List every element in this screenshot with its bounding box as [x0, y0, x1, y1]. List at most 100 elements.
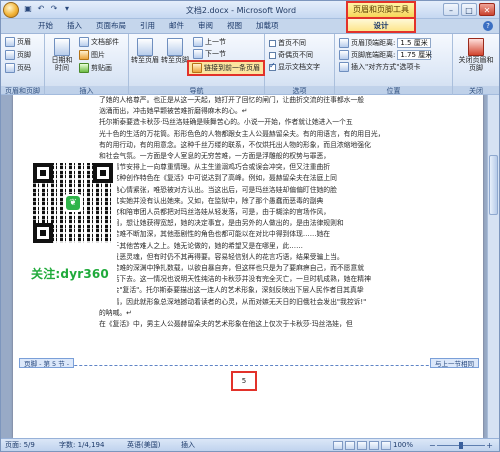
maximize-button[interactable]: □ — [461, 3, 477, 16]
close-x-icon — [468, 38, 484, 56]
view-buttons — [333, 441, 391, 450]
paragraph: 了她的人格尊严。也正是从这一天起，她打开了回忆的闸门，让曲折交流的往事都水一般 — [99, 96, 365, 104]
group-navigation: 转至页眉 转至页脚 上一节 下一节 链接到前一条页眉 导航 — [129, 34, 265, 96]
customize-qat-icon[interactable]: ▾ — [62, 4, 72, 14]
redo-icon[interactable]: ↷ — [49, 4, 59, 14]
scroll-thumb[interactable] — [489, 155, 498, 215]
full-screen-icon[interactable] — [345, 441, 355, 450]
footer-page-number[interactable]: 5 — [231, 371, 257, 391]
close-header-footer-button[interactable]: 关闭页眉和页脚 — [457, 38, 495, 72]
calendar-icon — [54, 38, 70, 56]
paragraph: 讼法官和陪审团人员都把对玛丝洛娃从轻发落，可是，由于糊涂的官场作风， — [99, 208, 331, 217]
zoom-slider[interactable]: − + — [429, 439, 493, 452]
different-first-page-option[interactable]: 首页不同 — [269, 38, 306, 48]
header-distance-input[interactable]: 1.5 厘米 — [397, 38, 432, 48]
title-bar: ▣ ↶ ↷ ▾ 文档2.docx - Microsoft Word 页眉和页脚工… — [1, 1, 499, 19]
zoom-level[interactable]: 100% — [393, 439, 413, 452]
tab-references[interactable]: 引用 — [133, 19, 162, 33]
outline-icon[interactable] — [369, 441, 379, 450]
qr-logo: ❦ — [64, 194, 82, 212]
ribbon: 页眉 页脚 页码 页眉和页脚 日期和时间 文档部件 图片 剪贴画 插入 转至页眉… — [1, 33, 499, 96]
paragraph: 有的用行动，有的用意念。这种千丝万缕的联系，不仅烘托出人物的形象，而且浓缩地强化 — [99, 140, 371, 149]
paragraph: 托尔斯泰要造卡秋莎·玛丝洛娃确是赎舞苦心的。小说一开始，作者就让她进入一个五 — [99, 118, 353, 127]
footer-button[interactable]: 页脚 — [5, 50, 31, 60]
vertical-scrollbar[interactable] — [487, 95, 499, 438]
previous-section-button[interactable]: 上一节 — [193, 37, 226, 47]
office-button[interactable] — [3, 2, 19, 18]
tab-insert[interactable]: 插入 — [60, 19, 89, 33]
minimize-button[interactable]: – — [443, 3, 459, 16]
tab-addins[interactable]: 加载项 — [249, 19, 286, 33]
qr-finder-top-right — [93, 163, 113, 183]
zoom-in-icon[interactable]: + — [486, 439, 493, 452]
goto-header-button[interactable]: 转至页眉 — [131, 38, 159, 64]
insert-alignment-tab-button[interactable]: 插入"对齐方式"选项卡 — [339, 62, 420, 72]
header-button[interactable]: 页眉 — [5, 37, 31, 47]
clip-art-button[interactable]: 剪贴画 — [79, 63, 112, 73]
alignment-tab-icon — [339, 62, 349, 72]
zoom-knob[interactable] — [459, 442, 463, 449]
date-time-button[interactable]: 日期和时间 — [49, 38, 75, 72]
goto-footer-button[interactable]: 转至页脚 — [161, 38, 189, 64]
body-text[interactable]: 了她的人格尊严。也正是从这一天起，她打开了回忆的闸门，让曲折交流的往事都水一般 … — [99, 95, 429, 330]
status-mode[interactable]: 插入 — [181, 439, 195, 452]
document-area: 了她的人格尊严。也正是从这一天起，她打开了回忆的闸门，让曲折交流的往事都水一般 … — [1, 95, 487, 438]
tab-review[interactable]: 审阅 — [191, 19, 220, 33]
footer-distance-input[interactable]: 1.75 厘米 — [397, 50, 432, 60]
document-page[interactable]: 了她的人格尊严。也正是从这一天起，她打开了回忆的闸门，让曲折交流的往事都水一般 … — [13, 95, 483, 438]
paragraph: 邀出于其他苦难人之上。她无论做的，她的希望又是在哪里，此…… — [99, 241, 303, 250]
paragraph: 的呐喊。↵ — [99, 308, 132, 317]
status-page[interactable]: 页面: 5/9 — [5, 439, 35, 452]
show-text-checkbox[interactable] — [269, 61, 276, 71]
odd-even-option[interactable]: 奇偶页不同 — [269, 50, 313, 60]
paragraph: 在《复活》中，男主人公聂赫留朵夫的艺术形象在他这上仅次于卡秋莎·玛丝洛娃，但 — [99, 320, 353, 329]
header-distance-icon — [339, 38, 349, 48]
quick-access-toolbar: ▣ ↶ ↷ ▾ — [23, 4, 72, 14]
doc-parts-icon — [79, 37, 89, 47]
save-icon[interactable]: ▣ — [23, 4, 33, 14]
qr-finder-top-left — [33, 163, 53, 183]
close-button[interactable]: ✕ — [479, 3, 495, 16]
paragraph: 光，其实她并没有认出她来。又如，在监狱中，除了那个愚蠢而恶毒的副典 — [99, 196, 324, 205]
web-layout-icon[interactable] — [357, 441, 367, 450]
zoom-out-icon[interactable]: − — [429, 439, 436, 452]
tab-mailings[interactable]: 邮件 — [162, 19, 191, 33]
goto-header-icon — [137, 38, 153, 56]
picture-button[interactable]: 图片 — [79, 50, 105, 60]
tab-design[interactable]: 设计 — [346, 19, 416, 33]
paragraph: 表不同，想让她获得宽恕，她的决定事宜，是由另外的人做出的，是由法律规则和 — [99, 219, 344, 228]
window-title: 文档2.docx - Microsoft Word — [185, 6, 297, 15]
qr-finder-bottom-left — [33, 223, 53, 243]
status-language[interactable]: 英语(美国) — [127, 439, 160, 452]
tab-view[interactable]: 视图 — [220, 19, 249, 33]
show-document-text-option[interactable]: 显示文档文字 — [269, 61, 320, 72]
link-previous-button[interactable]: 链接到前一条页眉 — [187, 60, 265, 76]
footer-icon — [5, 50, 15, 60]
odd-even-checkbox[interactable] — [269, 51, 276, 59]
paragraph: 城的苦难不断加深，其他悲剧性的角色也都可能以在对比中得到体现……她在 — [99, 230, 331, 239]
same-as-previous-tag: 与上一节相同 — [430, 358, 479, 368]
undo-icon[interactable]: ↶ — [36, 4, 46, 14]
next-section-button[interactable]: 下一节 — [193, 49, 226, 59]
leaf-icon: ❦ — [66, 196, 80, 210]
arrow-up-icon — [193, 37, 203, 47]
different-first-checkbox[interactable] — [269, 39, 276, 47]
qr-code-image: ❦ 关注:dyr360 — [27, 159, 117, 309]
tab-page-layout[interactable]: 页面布局 — [89, 19, 133, 33]
doc-parts-button[interactable]: 文档部件 — [79, 37, 119, 47]
page-number-icon — [5, 63, 15, 73]
footer-distance-icon — [339, 50, 349, 60]
tab-home[interactable]: 开始 — [31, 19, 60, 33]
page-number-button[interactable]: 页码 — [5, 63, 31, 73]
paragraph: 汹涌而出，冲击她早颗被苦难折磨得麻木的心。↵ — [99, 107, 248, 116]
draft-icon[interactable] — [381, 441, 391, 450]
paragraph: 上就会"复活"。托尔斯泰要描出这一连人的艺术形象，深刻反映出下层人民作者目其真挚 — [99, 286, 364, 295]
status-bar: 页面: 5/9 字数: 1/4,194 英语(美国) 插入 100% − + — [1, 438, 499, 451]
status-words[interactable]: 字数: 1/4,194 — [59, 439, 104, 452]
help-icon[interactable]: ? — [483, 21, 493, 31]
context-tool-title: 页眉和页脚工具 — [346, 1, 416, 19]
print-layout-icon[interactable] — [333, 441, 343, 450]
clip-art-icon — [79, 63, 89, 73]
picture-icon — [79, 50, 89, 60]
goto-footer-icon — [167, 38, 183, 56]
